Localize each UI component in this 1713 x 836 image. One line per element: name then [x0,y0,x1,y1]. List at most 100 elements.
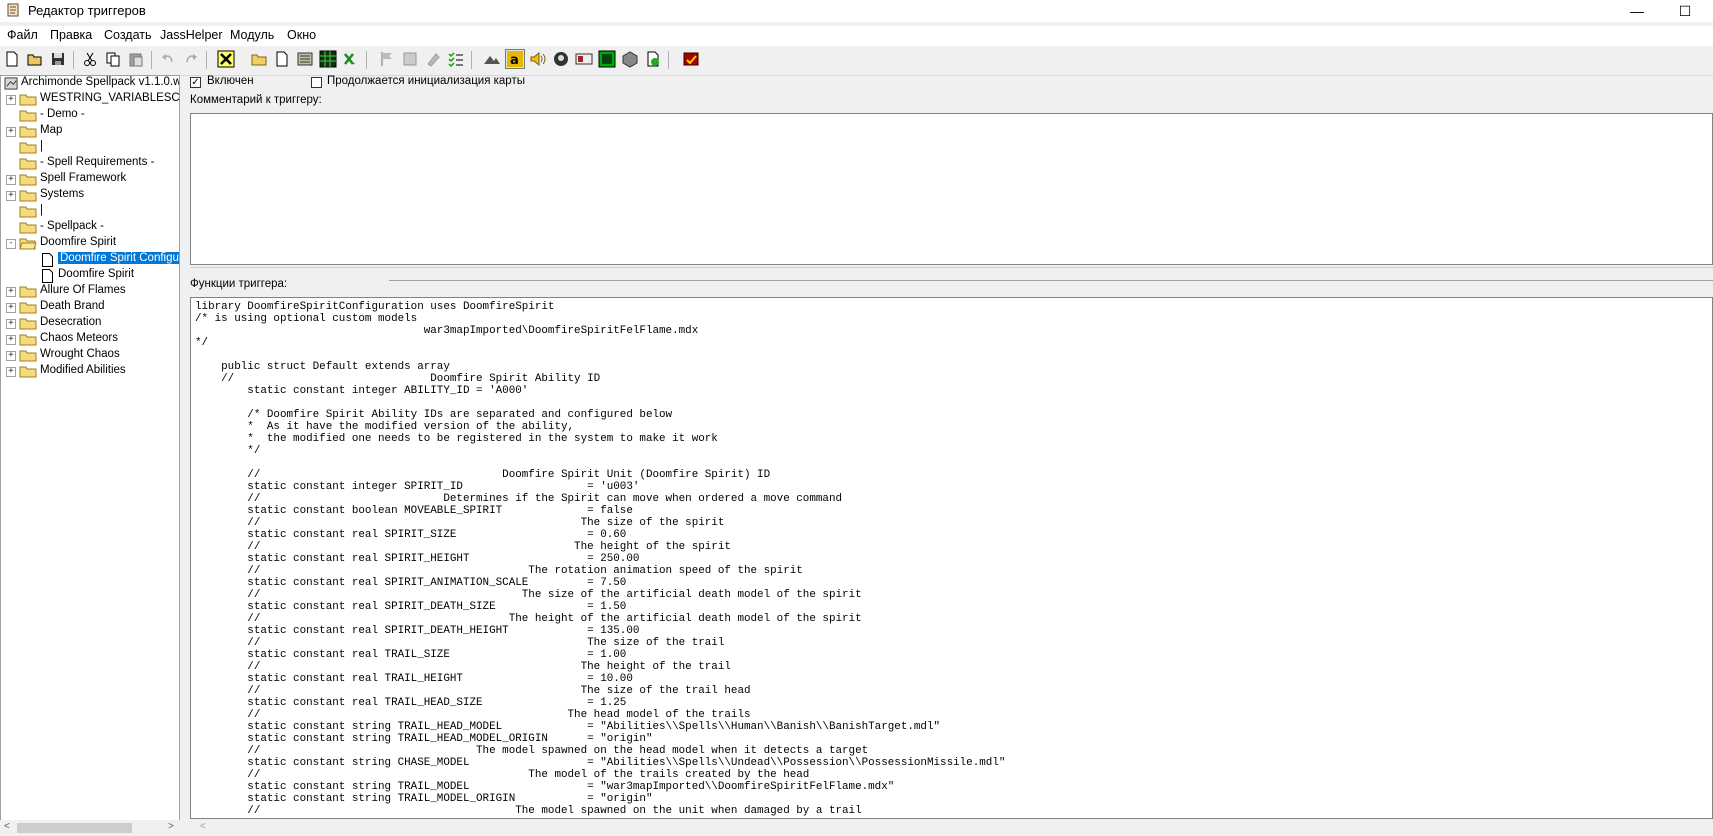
collapse-minus-icon[interactable]: - [6,239,16,249]
test-map-button[interactable] [681,49,701,69]
menu-edit[interactable]: Правка [50,28,92,42]
scroll-right-arrow-icon[interactable]: > [168,821,174,832]
comment-textarea[interactable] [190,113,1713,265]
tree-scroll-thumb[interactable] [17,823,132,833]
new-comment-button[interactable] [295,49,315,69]
enabled-checkbox[interactable]: ✓ [190,77,201,88]
code-line: static constant boolean MOVEABLE_SPIRIT … [195,505,633,517]
menu-create[interactable]: Создать [104,28,152,42]
expand-plus-icon[interactable]: + [6,335,16,345]
code-line: */ [195,445,261,457]
maximize-button[interactable]: ☐ [1662,0,1708,22]
delete-button[interactable] [216,49,236,69]
expand-plus-icon[interactable]: + [6,191,16,201]
copy-icon [106,52,120,67]
tree-item[interactable]: - Doomfire Spirit [1,236,179,252]
tree-item[interactable]: + Wrought Chaos [1,348,179,364]
title-bar: Редактор триггеров — ☐ [0,0,1713,22]
new-category-button[interactable] [249,49,269,69]
trigger-tree[interactable]: Archimonde Spellpack v1.1.0.w3x + WESTRING… [0,75,180,821]
tree-item[interactable]: - Spell Requirements - [1,156,179,172]
tree-item-label: Archimonde Spellpack v1.1.0.w3x [21,76,180,88]
window-title: Редактор триггеров [28,3,146,18]
checklist-button[interactable] [446,49,466,69]
menu-jasshelper[interactable]: JassHelper [160,28,223,42]
new-action-button[interactable] [400,49,420,69]
functions-label: Функции триггера: [190,278,288,290]
folder-icon [19,126,37,138]
open-button[interactable] [25,49,45,69]
terrain-editor-button[interactable] [482,49,502,69]
tree-item-label: - Spellpack - [40,220,104,232]
ai-editor-button[interactable] [597,49,617,69]
tree-item[interactable]: Archimonde Spellpack v1.1.0.w3x [1,76,179,92]
object-manager-button[interactable] [620,49,640,69]
menu-window[interactable]: Окно [287,28,316,42]
tree-item[interactable]: + Death Brand [1,300,179,316]
save-button[interactable] [48,49,68,69]
expand-plus-icon[interactable]: + [6,95,16,105]
initially-on-checkbox[interactable] [311,77,322,88]
cut-button[interactable] [80,49,100,69]
tree-item[interactable]: - Demo - [1,108,179,124]
tree-item[interactable]: - Spellpack - [1,220,179,236]
new-trigger-button[interactable] [272,49,292,69]
menu-file[interactable]: Файл [7,28,38,42]
tree-item[interactable]: + Chaos Meteors [1,332,179,348]
enabled-label: Включен [207,75,254,87]
new-event-button[interactable]: - [341,49,361,69]
code-line: * As it have the modified version of the… [195,421,575,433]
tree-item[interactable]: + Map [1,124,179,140]
trigger-editor-icon [7,3,19,17]
expand-plus-icon[interactable]: + [6,319,16,329]
ai-editor-icon [598,50,616,68]
new-button[interactable] [2,49,22,69]
expand-plus-icon[interactable]: + [6,367,16,377]
tree-item[interactable]: + Allure Of Flames [1,284,179,300]
tree-item-label: WESTRING_VARIABLESCATEGORY [40,92,180,104]
tree-item[interactable]: + Spell Framework [1,172,179,188]
code-horizontal-scrollbar[interactable]: < [190,820,1713,836]
new-condition-button[interactable] [377,49,397,69]
scroll-left-arrow-icon[interactable]: < [200,821,206,832]
code-line: // The model of the trails created by th… [195,769,810,781]
expand-plus-icon[interactable]: + [6,351,16,361]
tree-horizontal-scrollbar[interactable]: < > [0,820,180,836]
minimize-button[interactable]: — [1614,0,1660,22]
disable-button[interactable] [423,49,443,69]
menu-module[interactable]: Модуль [230,28,274,42]
toolbar-separator [366,51,367,69]
scroll-left-arrow-icon[interactable]: < [4,821,10,832]
expand-plus-icon[interactable]: + [6,127,16,137]
sound-editor-button[interactable] [528,49,548,69]
campaign-editor-button[interactable] [574,49,594,69]
checklist-icon [448,52,463,68]
tree-item[interactable]: Doomfire Spirit Configuration [1,251,179,268]
undo-button[interactable] [158,49,178,69]
tree-item[interactable]: | [1,140,179,156]
paste-button[interactable] [126,49,146,69]
variables-button[interactable] [318,49,338,69]
tree-item-label: - Demo - [40,108,85,120]
tree-item[interactable]: Doomfire Spirit [1,268,179,284]
code-line: public struct Default extends array [195,361,450,373]
code-editor[interactable]: library DoomfireSpiritConfiguration uses… [190,297,1713,819]
tree-item[interactable]: + WESTRING_VARIABLESCATEGORY [1,92,179,108]
tree-item-label: Chaos Meteors [40,332,118,344]
expand-plus-icon[interactable]: + [6,175,16,185]
code-line: library DoomfireSpiritConfiguration uses… [195,301,555,313]
trigger-editor-button[interactable]: a [505,49,525,69]
expand-plus-icon[interactable]: + [6,303,16,313]
code-line: static constant real TRAIL_HEIGHT = 10.0… [195,673,633,685]
folder-icon [19,350,37,362]
tree-item[interactable]: | [1,204,179,220]
panel-splitter[interactable] [190,267,1713,272]
tree-item[interactable]: + Modified Abilities [1,364,179,380]
expand-plus-icon[interactable]: + [6,287,16,297]
object-editor-button[interactable] [551,49,571,69]
import-manager-button[interactable] [643,49,663,69]
copy-button[interactable] [103,49,123,69]
tree-item[interactable]: + Desecration [1,316,179,332]
redo-button[interactable] [181,49,201,69]
tree-item[interactable]: + Systems [1,188,179,204]
